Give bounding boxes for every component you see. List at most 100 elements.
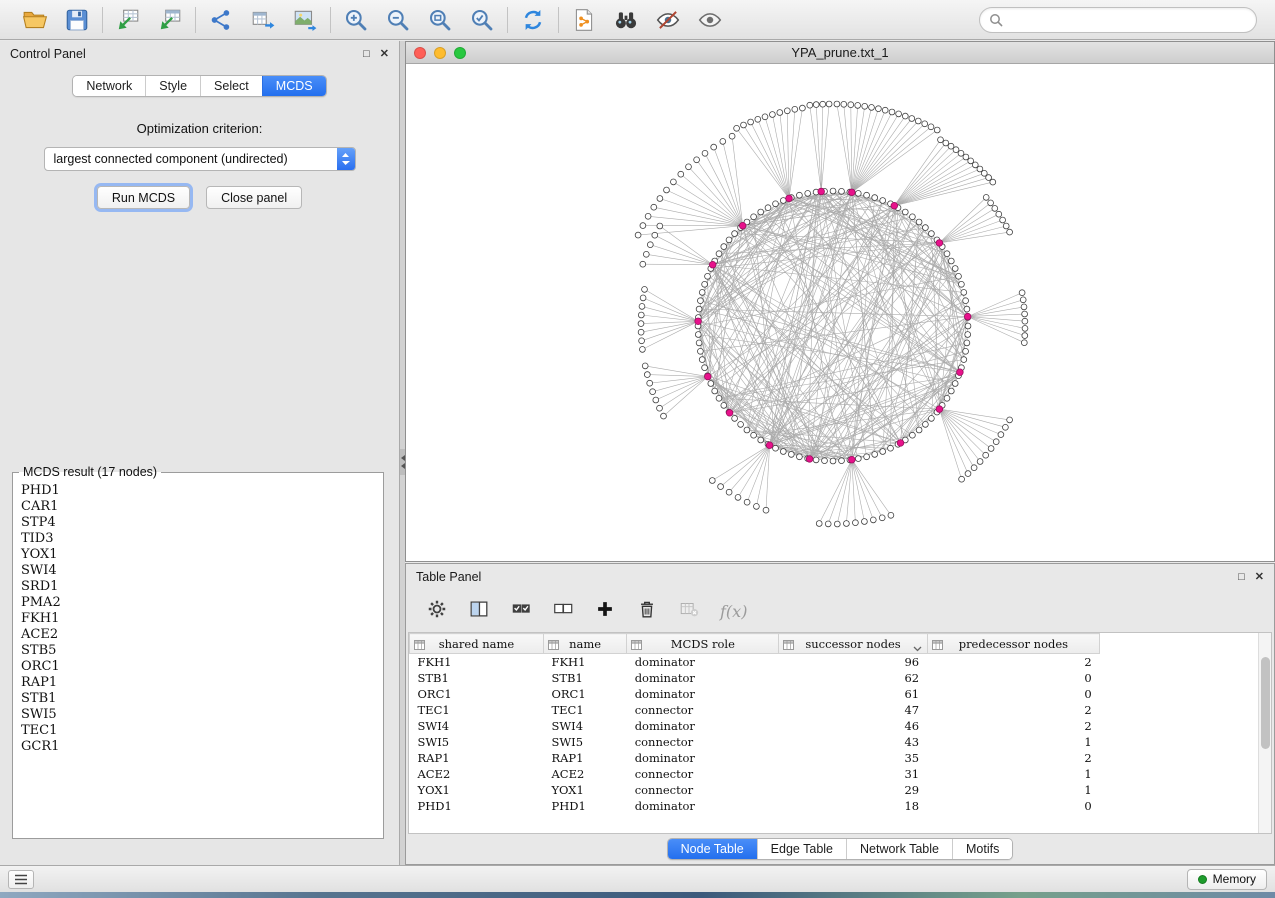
import-table-button[interactable]: [155, 5, 185, 35]
table-panel-tabs: Node TableEdge TableNetwork TableMotifs: [667, 838, 1014, 860]
table-row[interactable]: STB1STB1dominator620: [410, 670, 1257, 686]
save-session-button[interactable]: [62, 5, 92, 35]
zoom-out-button[interactable]: [383, 5, 413, 35]
export-table-button[interactable]: [248, 5, 278, 35]
open-session-button[interactable]: [20, 5, 50, 35]
result-node-item[interactable]: STB5: [21, 643, 383, 659]
delete-table-button[interactable]: [678, 598, 700, 625]
table-cell-filler: [1100, 750, 1256, 766]
table-row[interactable]: PHD1PHD1dominator180: [410, 798, 1257, 814]
zoom-fit-button[interactable]: [425, 5, 455, 35]
table-row[interactable]: SWI5SWI5connector431: [410, 734, 1257, 750]
create-column-button[interactable]: [594, 598, 616, 625]
window-close-icon[interactable]: [414, 47, 426, 59]
column-header-shared-name[interactable]: shared name: [410, 634, 544, 654]
tab-network[interactable]: Network: [73, 76, 145, 96]
table-row[interactable]: FKH1FKH1dominator962: [410, 654, 1257, 670]
tab-mcds[interactable]: MCDS: [262, 76, 326, 96]
result-node-item[interactable]: PMA2: [21, 595, 383, 611]
table-tab-motifs[interactable]: Motifs: [952, 839, 1012, 859]
import-table-icon: [157, 7, 183, 33]
table-cell-filler: [1100, 686, 1256, 702]
table-cell: ORC1: [543, 686, 626, 702]
table-settings-button[interactable]: [426, 598, 448, 625]
table-cell: PHD1: [410, 798, 544, 814]
table-row[interactable]: YOX1YOX1connector291: [410, 782, 1257, 798]
column-header-mcds-role[interactable]: MCDS role: [627, 634, 779, 654]
search-input[interactable]: [1009, 13, 1247, 27]
function-builder-button[interactable]: f(x): [720, 602, 747, 621]
table-cell: TEC1: [543, 702, 626, 718]
table-scrollbar[interactable]: [1258, 633, 1271, 833]
table-row[interactable]: SWI4SWI4dominator462: [410, 718, 1257, 734]
export-image-button[interactable]: [290, 5, 320, 35]
show-details-button[interactable]: [695, 5, 725, 35]
result-node-item[interactable]: ACE2: [21, 627, 383, 643]
table-cell: YOX1: [410, 782, 544, 798]
result-node-item[interactable]: ORC1: [21, 659, 383, 675]
result-node-item[interactable]: TEC1: [21, 723, 383, 739]
table-row[interactable]: ACE2ACE2connector311: [410, 766, 1257, 782]
table-tab-edge-table[interactable]: Edge Table: [757, 839, 846, 859]
table-row[interactable]: ORC1ORC1dominator610: [410, 686, 1257, 702]
mcds-result-list[interactable]: PHD1CAR1STP4TID3YOX1SWI4SRD1PMA2FKH1ACE2…: [13, 479, 383, 809]
export-network-button[interactable]: [206, 5, 236, 35]
network-canvas[interactable]: [406, 64, 1274, 561]
table-cell: STB1: [410, 670, 544, 686]
column-header-predecessor-nodes[interactable]: predecessor nodes: [927, 634, 1100, 654]
run-mcds-button[interactable]: Run MCDS: [97, 186, 190, 209]
result-node-item[interactable]: PHD1: [21, 483, 383, 499]
refresh-arrows-icon: [520, 7, 546, 33]
column-header-name[interactable]: name: [543, 634, 626, 654]
close-table-panel-icon[interactable]: ✕: [1255, 572, 1264, 583]
memory-button[interactable]: Memory: [1187, 869, 1267, 890]
table-tab-node-table[interactable]: Node Table: [668, 839, 757, 859]
show-columns-button[interactable]: [468, 598, 490, 625]
close-panel-button[interactable]: Close panel: [206, 186, 302, 209]
task-history-button[interactable]: [8, 870, 34, 889]
result-node-item[interactable]: STP4: [21, 515, 383, 531]
result-node-item[interactable]: GCR1: [21, 739, 383, 755]
table-row[interactable]: TEC1TEC1connector472: [410, 702, 1257, 718]
result-node-item[interactable]: RAP1: [21, 675, 383, 691]
table-toolbar: f(x): [406, 590, 1274, 632]
toolbar-search-field[interactable]: [979, 7, 1257, 33]
control-panel: Control Panel □ ✕ NetworkStyleSelectMCDS…: [0, 41, 400, 865]
share-document-button[interactable]: [569, 5, 599, 35]
result-node-item[interactable]: SWI4: [21, 563, 383, 579]
close-panel-icon[interactable]: ✕: [380, 49, 389, 60]
table-cell: 1: [927, 766, 1100, 782]
find-network-button[interactable]: [611, 5, 641, 35]
zoom-selected-button[interactable]: [467, 5, 497, 35]
result-node-item[interactable]: YOX1: [21, 547, 383, 563]
hide-details-button[interactable]: [653, 5, 683, 35]
result-node-item[interactable]: FKH1: [21, 611, 383, 627]
column-header-successor-nodes[interactable]: successor nodes: [779, 634, 927, 654]
delete-column-button[interactable]: [636, 598, 658, 625]
float-panel-icon[interactable]: □: [363, 49, 370, 60]
criterion-dropdown[interactable]: largest connected component (undirected): [44, 147, 356, 171]
table-cell: connector: [627, 766, 779, 782]
result-node-item[interactable]: SRD1: [21, 579, 383, 595]
select-all-button[interactable]: [510, 598, 532, 625]
table-scrollbar-thumb[interactable]: [1261, 657, 1270, 749]
deselect-all-button[interactable]: [552, 598, 574, 625]
zoom-in-button[interactable]: [341, 5, 371, 35]
network-window-titlebar[interactable]: YPA_prune.txt_1: [406, 42, 1274, 64]
result-node-item[interactable]: SWI5: [21, 707, 383, 723]
float-table-panel-icon[interactable]: □: [1238, 572, 1245, 583]
tab-style[interactable]: Style: [145, 76, 200, 96]
table-cell: SWI4: [410, 718, 544, 734]
result-node-item[interactable]: STB1: [21, 691, 383, 707]
table-cell: 1: [927, 734, 1100, 750]
table-row[interactable]: RAP1RAP1dominator352: [410, 750, 1257, 766]
result-node-item[interactable]: TID3: [21, 531, 383, 547]
apply-layout-button[interactable]: [518, 5, 548, 35]
tab-select[interactable]: Select: [200, 76, 262, 96]
result-node-item[interactable]: CAR1: [21, 499, 383, 515]
window-maximize-icon[interactable]: [454, 47, 466, 59]
import-network-button[interactable]: [113, 5, 143, 35]
table-tab-network-table[interactable]: Network Table: [846, 839, 952, 859]
window-minimize-icon[interactable]: [434, 47, 446, 59]
desktop-wallpaper-strip: [0, 892, 1275, 898]
